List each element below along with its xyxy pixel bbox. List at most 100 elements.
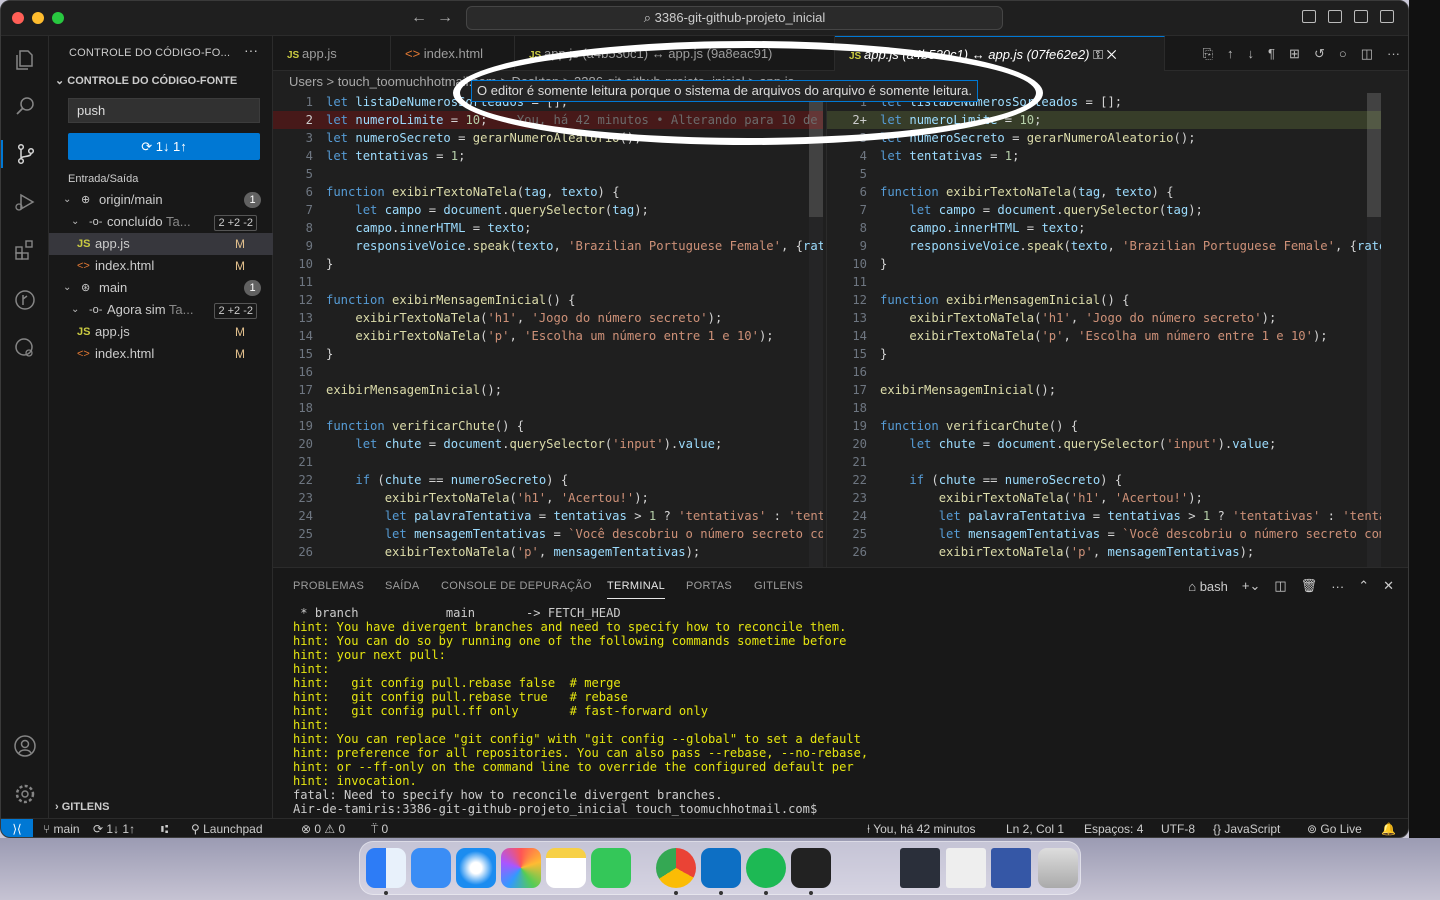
panel-tab-gitlens[interactable]: GITLENS	[754, 580, 803, 592]
ports-indicator[interactable]: ⍡ 0	[371, 822, 388, 837]
tree-item-origin-main[interactable]: ⌄ ⊕ origin/main 1	[49, 189, 273, 211]
previous-change-icon[interactable]: ↑	[1227, 46, 1234, 62]
command-center-search[interactable]: ⌕ 3386-git-github-projeto_inicial	[466, 6, 1003, 30]
messages-icon[interactable]	[591, 848, 631, 888]
toggle-secondary-sidebar-icon[interactable]	[1354, 10, 1368, 23]
toggle-panel-icon[interactable]	[1328, 10, 1342, 23]
cursor-position[interactable]: Ln 2, Col 1	[1006, 822, 1064, 836]
tree-item-commit-agora-sim[interactable]: ⌄ -o- Agora sim Ta... 2 +2 -2	[49, 299, 273, 321]
code-text: }	[326, 347, 334, 361]
terminal-line: hint: preference for all repositories. Y…	[293, 746, 869, 760]
problems-indicator[interactable]: ⊗ 0 ⚠ 0	[301, 822, 345, 836]
code-text: exibirMensagemInicial();	[326, 383, 503, 397]
language-mode[interactable]: {} JavaScript	[1213, 822, 1280, 836]
close-window-button[interactable]	[12, 12, 24, 24]
recent-screenshot-thumbnail[interactable]	[991, 848, 1031, 888]
trash-icon[interactable]	[1038, 848, 1078, 888]
tree-item-file-appjs[interactable]: JS app.js M	[49, 321, 273, 343]
spotify-icon[interactable]	[746, 848, 786, 888]
run-debug-icon[interactable]	[11, 188, 39, 216]
zoom-window-button[interactable]	[52, 12, 64, 24]
new-terminal-icon[interactable]: +⌄	[1242, 578, 1260, 594]
gitlens-icon[interactable]	[11, 286, 39, 314]
source-control-icon[interactable]	[1, 140, 49, 168]
finder-icon[interactable]	[366, 848, 406, 888]
safari-icon[interactable]	[456, 848, 496, 888]
go-live-button[interactable]: ⊚ Go Live	[1307, 822, 1362, 836]
tree-item-file-indexhtml[interactable]: <> index.html M	[49, 343, 273, 365]
recent-document-thumbnail[interactable]	[946, 848, 986, 888]
command-center-label: 3386-git-github-projeto_inicial	[654, 10, 826, 25]
line-number: 22	[298, 473, 313, 487]
tree-item-label: Agora sim Ta...	[107, 302, 194, 317]
launchpad-item[interactable]: ⚲ Launchpad	[191, 822, 263, 836]
panel-tab-output[interactable]: SAÍDA	[385, 580, 420, 592]
close-tab-icon[interactable]: ✕	[1107, 47, 1117, 62]
tree-item-commit-concluido[interactable]: ⌄ -o- concluído Ta... 2 +2 -2	[49, 211, 273, 233]
back-arrow-icon[interactable]: ←	[411, 9, 427, 27]
indentation[interactable]: Espaços: 4	[1084, 822, 1143, 836]
more-actions-icon[interactable]: ···	[1387, 46, 1400, 62]
commit-graph-icon[interactable]: ○	[1339, 46, 1347, 62]
minimize-window-button[interactable]	[32, 12, 44, 24]
tree-item-file-indexhtml[interactable]: <> index.html M	[49, 255, 273, 277]
tab-diff-07fe62e2[interactable]: JS app.js (a4b530c1) ↔ app.js (07fe62e2)…	[835, 36, 1165, 71]
panel-tab-debug-console[interactable]: CONSOLE DE DEPURAÇÃO	[441, 580, 592, 592]
vscode-icon[interactable]	[701, 848, 741, 888]
diff-editor-original[interactable]: 1 let listaDeNumerosSorteados = []; 2 let n…	[273, 93, 823, 567]
forward-arrow-icon[interactable]: →	[437, 9, 453, 27]
notes-icon[interactable]	[546, 848, 586, 888]
gitlens-inspect-icon[interactable]	[11, 334, 39, 362]
terminal-line: hint: You have divergent branches and ne…	[293, 620, 847, 634]
branch-indicator[interactable]: ⑂ main	[43, 822, 80, 836]
launchpad-icon[interactable]	[501, 848, 541, 888]
tree-item-main[interactable]: ⌄ ⊛ main 1	[49, 277, 273, 299]
encoding[interactable]: UTF-8	[1161, 822, 1195, 836]
sync-indicator[interactable]: ⟳ 1↓ 1↑	[93, 822, 135, 836]
git-graph-icon[interactable]: ⑆	[161, 822, 168, 836]
tab-appjs[interactable]: JS app.js	[273, 36, 391, 71]
diff-stat: 2 +2 -2	[214, 303, 257, 319]
panel-tab-problems[interactable]: PROBLEMAS	[293, 580, 364, 592]
close-panel-icon[interactable]: ✕	[1383, 578, 1394, 594]
recent-window-thumbnail[interactable]	[900, 848, 940, 888]
notifications-bell-icon[interactable]: 🔔	[1381, 822, 1396, 836]
inline-view-icon[interactable]: ⊞	[1289, 46, 1300, 62]
customize-layout-icon[interactable]	[1380, 10, 1394, 23]
tab-diff-9a8eac91[interactable]: JS app.js (a4b530c1) ↔ app.js (9a8eac91)	[515, 36, 835, 71]
mail-icon[interactable]	[411, 848, 451, 888]
next-change-icon[interactable]: ↓	[1248, 46, 1255, 62]
sync-changes-button[interactable]: ⟳ 1↓ 1↑	[68, 133, 260, 160]
kill-terminal-icon[interactable]: 🗑	[1301, 578, 1318, 594]
blame-indicator[interactable]: ⍿ You, há 42 minutos	[867, 822, 976, 837]
open-file-icon[interactable]: ⎘	[1203, 46, 1213, 62]
maximize-panel-icon[interactable]: ⌃	[1358, 578, 1369, 594]
extensions-icon[interactable]	[11, 236, 39, 264]
panel-tab-ports[interactable]: PORTAS	[686, 580, 732, 592]
terminal-output[interactable]: * branch main -> FETCH_HEAD hint: You hav…	[293, 606, 868, 816]
sidebar-section-header[interactable]: ⌄ CONTROLE DO CÓDIGO-FONTE	[55, 74, 237, 87]
line-number: 16	[298, 365, 313, 379]
accounts-icon[interactable]	[11, 732, 39, 760]
chrome-icon[interactable]	[656, 848, 696, 888]
terminal-shell-selector[interactable]: ⌂ bash	[1188, 579, 1228, 594]
more-actions-icon[interactable]: ···	[244, 42, 258, 58]
toggle-sidebar-icon[interactable]	[1302, 10, 1316, 23]
whitespace-icon[interactable]: ¶	[1268, 46, 1275, 62]
remote-indicator-icon[interactable]: ⟩⟨	[1, 819, 33, 837]
tab-indexhtml[interactable]: <> index.html	[391, 36, 515, 71]
warp-terminal-icon[interactable]	[791, 848, 831, 888]
explorer-icon[interactable]	[11, 46, 39, 74]
revert-icon[interactable]: ↺	[1314, 46, 1325, 62]
commit-message-input[interactable]: push	[68, 98, 260, 123]
manage-gear-icon[interactable]	[11, 780, 39, 808]
search-activity-icon[interactable]	[11, 92, 39, 120]
more-actions-icon[interactable]: ···	[1331, 579, 1344, 594]
gitlens-section-header[interactable]: › GITLENS	[55, 801, 109, 813]
tree-item-file-appjs[interactable]: JS app.js M	[49, 233, 273, 255]
line-number: 5	[305, 167, 313, 181]
split-terminal-icon[interactable]: ◫	[1274, 578, 1286, 594]
split-editor-icon[interactable]: ◫	[1361, 46, 1373, 62]
panel-tab-terminal[interactable]: TERMINAL	[607, 580, 666, 599]
diff-editor-modified[interactable]: 1 let listaDeNumerosSorteados = []; 2+ let …	[826, 93, 1381, 567]
